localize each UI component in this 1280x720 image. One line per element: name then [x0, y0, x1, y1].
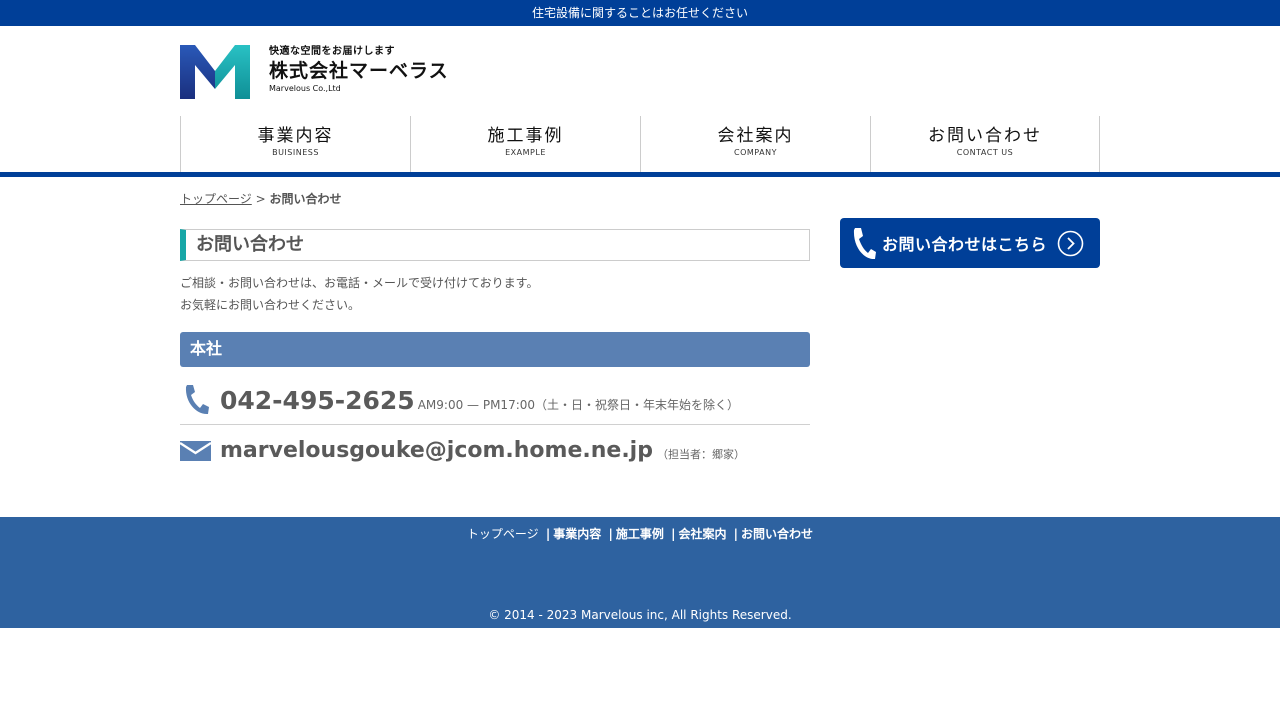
global-nav: 事業内容 BUISINESS 施工事例 EXAMPLE 会社案内 COMPANY… [180, 116, 1100, 172]
logo-tagline: 快適な空間をお届けします [269, 46, 395, 57]
nav-item-label: 施工事例 [487, 126, 564, 146]
breadcrumb-current: お問い合わせ [269, 192, 342, 206]
footer-separator: | [545, 527, 551, 541]
sidebar: お問い合わせはこちら [840, 218, 1100, 465]
nav-item-business[interactable]: 事業内容 BUISINESS [180, 116, 410, 172]
site-logo[interactable]: 快適な空間をお届けします 株式会社マーベラス Marvelous Co.,Ltd [180, 45, 449, 99]
nav-item-sublabel: EXAMPLE [505, 148, 546, 157]
site-header: 快適な空間をお届けします 株式会社マーベラス Marvelous Co.,Ltd [180, 26, 1100, 116]
office-heading: 本社 [180, 332, 810, 367]
footer-nav: トップページ | 事業内容 | 施工事例 | 会社案内 | お問い合わせ [0, 517, 1280, 542]
breadcrumb-home-link[interactable]: トップページ [180, 192, 252, 206]
nav-item-label: 会社案内 [717, 126, 794, 146]
mail-contact-person: （担当者：郷家） [656, 448, 745, 461]
nav-item-sublabel: COMPANY [734, 148, 777, 157]
lead-line-1: ご相談・お問い合わせは、お電話・メールで受け付けております。 [180, 276, 539, 290]
tel-number[interactable]: 042-495-2625 [220, 386, 415, 416]
lead-line-2: お気軽にお問い合わせください。 [180, 298, 361, 312]
nav-item-label: お問い合わせ [928, 126, 1042, 146]
tel-hours: AM9:00 — PM17:00（土・日・祝祭日・年末年始を除く） [417, 398, 740, 412]
footer-separator: | [671, 527, 676, 541]
footer-link-home[interactable]: トップページ [467, 527, 539, 541]
tel-row: 042-495-2625 AM9:00 — PM17:00（土・日・祝祭日・年末… [180, 367, 810, 425]
nav-item-contact[interactable]: お問い合わせ CONTACT US [870, 116, 1100, 172]
nav-item-label: 事業内容 [257, 126, 334, 146]
footer-link-example[interactable]: 施工事例 [616, 527, 664, 541]
nav-item-sublabel: BUISINESS [272, 148, 319, 157]
cta-label: お問い合わせはこちら [882, 235, 1048, 254]
footer-separator: | [608, 527, 613, 541]
copyright: © 2014 - 2023 Marvelous inc, All Rights … [488, 608, 792, 622]
main-content: お問い合わせ ご相談・お問い合わせは、お電話・メールで受け付けております。 お気… [180, 221, 810, 465]
mail-address[interactable]: marvelousgouke@jcom.home.ne.jp [220, 437, 653, 465]
lead-text: ご相談・お問い合わせは、お電話・メールで受け付けております。 お気軽にお問い合わ… [180, 272, 810, 316]
nav-item-sublabel: CONTACT US [956, 148, 1014, 157]
mail-icon [180, 433, 220, 465]
logo-english-name: Marvelous Co.,Ltd [269, 84, 341, 93]
phone-icon [853, 227, 876, 259]
site-footer: トップページ | 事業内容 | 施工事例 | 会社案内 | お問い合わせ © 2014 … [0, 517, 1280, 628]
logo-m-icon [180, 45, 250, 99]
phone-icon [180, 384, 220, 416]
nav-item-company[interactable]: 会社案内 COMPANY [640, 116, 870, 172]
breadcrumb-separator: > [255, 192, 266, 206]
footer-separator: | [733, 527, 739, 541]
top-announcement-bar: 住宅設備に関することはお任せください [0, 0, 1280, 26]
footer-link-company[interactable]: 会社案内 [678, 527, 726, 541]
footer-link-contact[interactable]: お問い合わせ [741, 527, 813, 541]
nav-item-example[interactable]: 施工事例 EXAMPLE [410, 116, 640, 172]
breadcrumb: トップページ > お問い合わせ [180, 177, 1100, 221]
contact-cta-button[interactable]: お問い合わせはこちら [840, 218, 1100, 268]
mail-row: marvelousgouke@jcom.home.ne.jp （担当者：郷家） [180, 425, 810, 465]
logo-company-name: 株式会社マーベラス [269, 60, 449, 82]
page-title: お問い合わせ [180, 229, 810, 261]
announcement-text: 住宅設備に関することはお任せください [531, 6, 748, 20]
footer-link-business[interactable]: 事業内容 [553, 527, 601, 541]
chevron-right-circle-icon [1057, 230, 1084, 256]
